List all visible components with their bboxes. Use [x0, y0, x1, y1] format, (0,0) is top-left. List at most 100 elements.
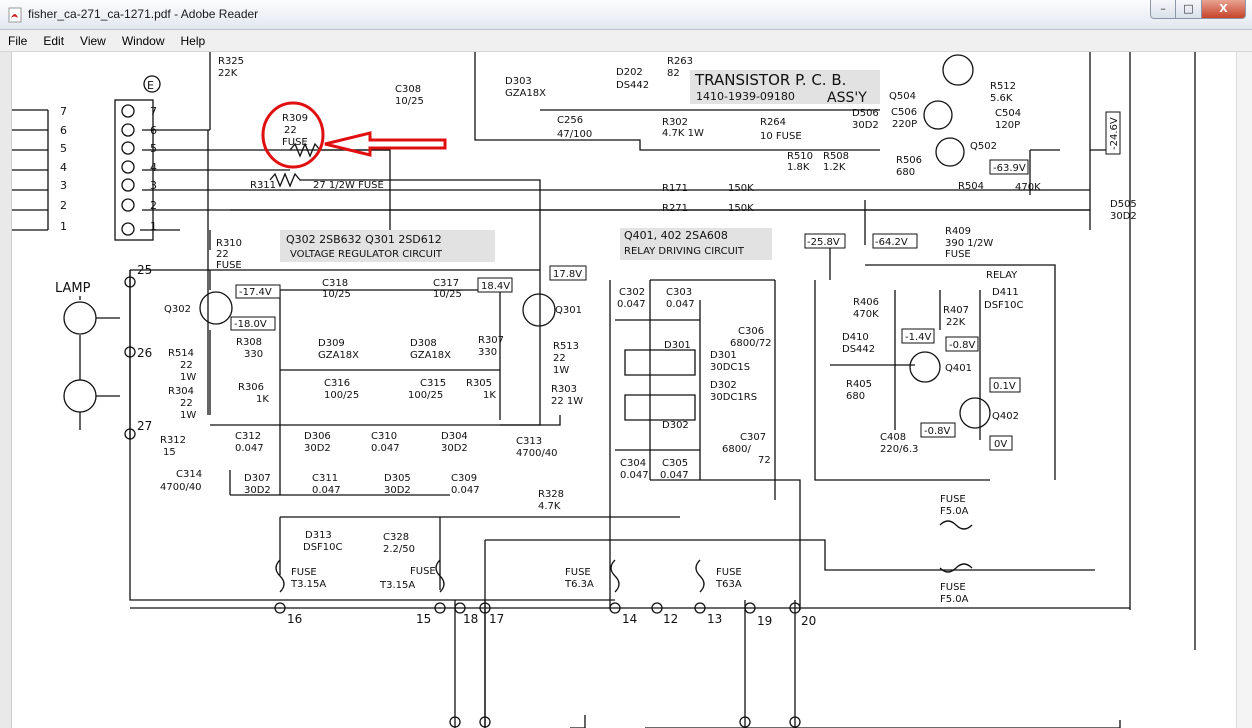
label-r514v: 22 — [180, 360, 193, 371]
label-r310: R310 — [216, 238, 242, 249]
label-r302: R302 — [662, 117, 688, 128]
label-d304: D304 — [441, 431, 468, 442]
label-c312: C312 — [235, 431, 261, 442]
label-r510: R510 — [787, 151, 813, 162]
label-c314v: 4700/40 — [160, 482, 202, 493]
label-c317v: 10/25 — [433, 289, 462, 300]
vreg-subtitle: VOLTAGE REGULATOR CIRCUIT — [290, 249, 443, 260]
label-r303v: 22 1W — [551, 396, 583, 407]
label-f5v: T6.3A — [564, 579, 594, 590]
label-d308: D308 — [410, 338, 437, 349]
label-r306v: 1K — [256, 394, 269, 405]
label-c311v: 0.047 — [312, 485, 341, 496]
label-c504v: 120P — [995, 120, 1020, 131]
label-c313v: 4700/40 — [516, 448, 558, 459]
label-d302v: 30DC1RS — [710, 392, 757, 403]
label-d306v: 30D2 — [304, 443, 331, 454]
label-d410v: DS442 — [842, 344, 875, 355]
label-c310v: 0.047 — [371, 443, 400, 454]
label-r409v: 390 1/2W — [945, 238, 993, 249]
label-q504: Q504 — [889, 91, 916, 102]
label-r514w: 1W — [180, 372, 196, 383]
menu-view[interactable]: View — [72, 30, 114, 52]
label-c303: C303 — [666, 287, 692, 298]
close-button[interactable]: X — [1202, 0, 1246, 19]
menu-edit[interactable]: Edit — [35, 30, 72, 52]
terminal-t27: 27 — [137, 419, 152, 433]
label-r304w: 1W — [180, 410, 196, 421]
label-d305: D305 — [384, 473, 411, 484]
label-q301: Q301 — [555, 305, 582, 316]
label-c309v: 0.047 — [451, 485, 480, 496]
label-r506v: 680 — [896, 167, 915, 178]
voltage-v08a: -0.8V — [949, 340, 976, 351]
label-c305: C305 — [662, 458, 688, 469]
label-q402: Q402 — [992, 411, 1019, 422]
menu-window[interactable]: Window — [114, 30, 173, 52]
label-r309v: 22 — [284, 125, 297, 136]
label-d304v: 30D2 — [441, 443, 468, 454]
label-f4v: T3.15A — [379, 580, 415, 591]
connector-pin-right-7: 7 — [150, 105, 157, 118]
label-c308v: 10/25 — [395, 96, 424, 107]
label-d505v: 30D2 — [1110, 211, 1137, 222]
label-c311: C311 — [312, 473, 338, 484]
terminal-t14: 14 — [622, 612, 637, 626]
label-q302: Q302 — [164, 304, 191, 315]
pcb-title: TRANSISTOR P. C. B. — [694, 71, 846, 89]
label-d411v: DSF10C — [984, 300, 1024, 311]
label-d308v: GZA18X — [410, 350, 451, 361]
label-d309v: GZA18X — [318, 350, 359, 361]
connector-pin-left-2: 2 — [60, 199, 67, 212]
label-r308v: 330 — [244, 349, 263, 360]
label-r328: R328 — [538, 489, 564, 500]
label-r510v: 1.8K — [787, 162, 810, 173]
window-title: fisher_ca-271_ca-1271.pdf - Adobe Reader — [28, 7, 259, 21]
voltage-v258: -25.8V — [807, 237, 840, 248]
minimize-button[interactable]: – — [1150, 0, 1176, 19]
connector-pin-left-3: 3 — [60, 179, 67, 192]
label-d313v: DSF10C — [303, 542, 343, 553]
document-view[interactable]: TRANSISTOR P. C. B. 1410-1939-09180 ASS'… — [0, 52, 1252, 728]
label-d303: D303 — [505, 76, 532, 87]
label-f6: FUSE — [716, 567, 742, 578]
label-c307: C307 — [740, 432, 766, 443]
menu-file[interactable]: File — [0, 30, 35, 52]
label-f3: FUSE — [291, 567, 317, 578]
label-r506: R506 — [896, 155, 922, 166]
pdf-app-icon — [8, 7, 22, 23]
label-c307w: 72 — [758, 455, 771, 466]
label-d305v: 30D2 — [384, 485, 411, 496]
voltage-v08b: -0.8V — [924, 426, 951, 437]
label-d309: D309 — [318, 338, 345, 349]
voltage-v01: 0.1V — [993, 381, 1016, 392]
menu-help[interactable]: Help — [173, 30, 214, 52]
menu-bar: File Edit View Window Help — [0, 30, 1252, 52]
label-c304v: 0.047 — [620, 470, 649, 481]
terminal-t17: 17 — [489, 612, 504, 626]
connector-pin-left-1: 1 — [60, 220, 67, 233]
left-panel-edge — [0, 52, 12, 728]
label-f5: FUSE — [565, 567, 591, 578]
connector-pin-left-6: 6 — [60, 124, 67, 137]
label-r304: R304 — [168, 386, 194, 397]
terminal-t12: 12 — [663, 612, 678, 626]
connector-pin-right-2: 2 — [150, 199, 157, 212]
label-c309: C309 — [451, 473, 477, 484]
label-c318v: 10/25 — [322, 289, 351, 300]
label-r304v: 22 — [180, 398, 193, 409]
label-r171v: 150K — [728, 183, 754, 194]
connector-pin-right-1: 1 — [150, 220, 157, 233]
label-c302: C302 — [619, 287, 645, 298]
label-c408: C408 — [880, 432, 906, 443]
label-c312v: 0.047 — [235, 443, 264, 454]
label-r325v: 22K — [218, 68, 238, 79]
label-c328v: 2.2/50 — [383, 544, 415, 555]
terminal-t20: 20 — [801, 614, 816, 628]
maximize-button[interactable]: □ — [1176, 0, 1202, 19]
vertical-scrollbar[interactable] — [1236, 52, 1252, 728]
label-c317: C317 — [433, 278, 459, 289]
voltage-v0: 0V — [994, 439, 1007, 450]
label-c302v: 0.047 — [617, 299, 646, 310]
connector-pin-left-5: 5 — [60, 142, 67, 155]
